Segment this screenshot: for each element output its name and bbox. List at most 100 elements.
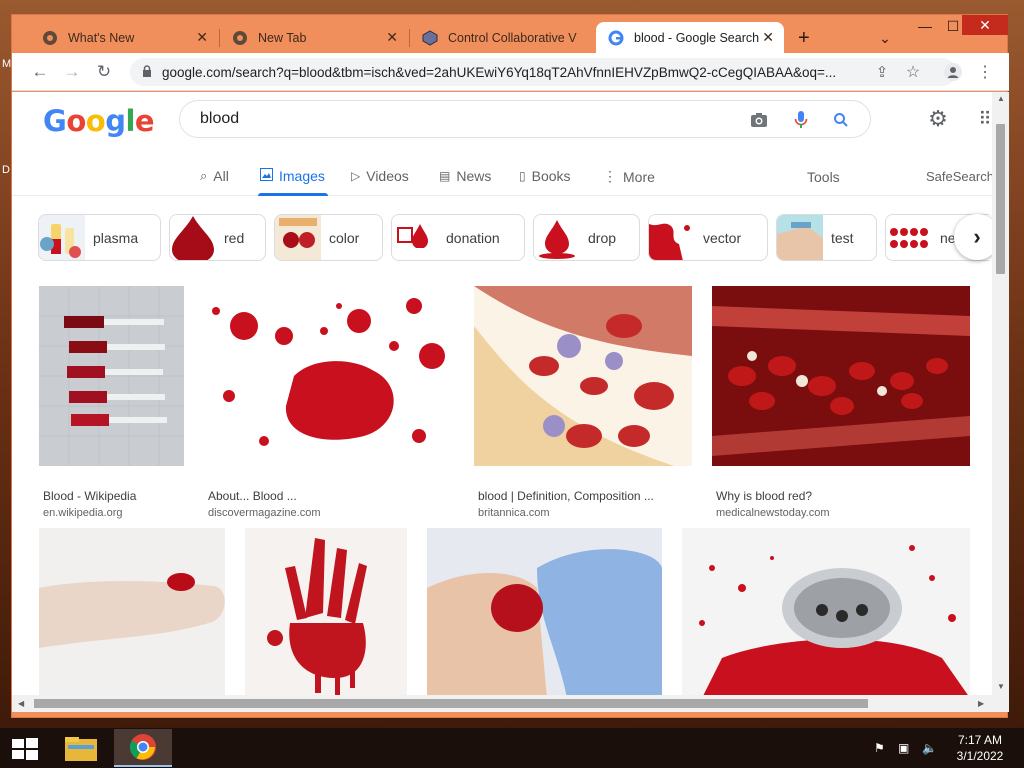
tab-news[interactable]: ▤ News	[439, 168, 491, 184]
desktop-icon-label[interactable]: D	[2, 164, 10, 176]
result-source[interactable]: discovermagazine.com	[208, 507, 321, 519]
result-image-bloody-hand[interactable]	[245, 528, 407, 695]
safesearch-button[interactable]: SafeSearch	[926, 169, 992, 184]
clock-time[interactable]: 7:17 AM	[950, 733, 1010, 747]
chip-label: red	[224, 229, 245, 246]
chip-thumbnail	[649, 215, 695, 260]
browser-menu-icon[interactable]: ⋮	[975, 62, 995, 82]
chip-plasma[interactable]: plasma	[38, 214, 161, 261]
tab-title: blood - Google Search	[634, 30, 760, 45]
chip-donation[interactable]: donation	[391, 214, 525, 261]
tab-blood-search[interactable]: blood - Google Search ✕	[596, 22, 784, 53]
close-tab-icon[interactable]: ✕	[762, 30, 774, 44]
search-icon: ⌕	[200, 168, 208, 183]
tab-new-tab[interactable]: New Tab ✕	[220, 22, 408, 53]
result-image-gloved-hand[interactable]	[427, 528, 662, 695]
result-image-sink-drain[interactable]	[682, 528, 970, 695]
google-g-icon	[608, 30, 624, 46]
tools-button[interactable]: Tools	[807, 169, 840, 185]
search-query: blood	[200, 110, 240, 127]
share-icon[interactable]: ⇪	[872, 62, 892, 82]
tab-strip: What's New ✕ New Tab ✕ Control Collabora…	[12, 15, 1009, 53]
clock-date[interactable]: 3/1/2022	[950, 749, 1010, 763]
scroll-down-arrow-icon[interactable]: ▼	[997, 682, 1005, 691]
result-image-medicalnewstoday[interactable]	[712, 286, 970, 466]
chrome-icon	[42, 30, 58, 46]
profile-avatar-icon[interactable]	[943, 62, 963, 82]
app-icon	[422, 29, 438, 46]
address-bar[interactable]: google.com/search?q=blood&tbm=isch&ved=2…	[130, 58, 956, 86]
back-arrow-icon[interactable]: ←	[30, 62, 50, 82]
chrome-taskbar-button[interactable]	[114, 729, 172, 767]
chip-label: color	[329, 229, 360, 246]
reload-icon[interactable]: ↻	[94, 62, 114, 82]
new-tab-button[interactable]: +	[798, 27, 810, 49]
result-image-finger-drop[interactable]	[39, 528, 225, 695]
result-source[interactable]: britannica.com	[478, 507, 550, 519]
chip-label: drop	[588, 229, 617, 246]
result-source[interactable]: medicalnewstoday.com	[716, 507, 830, 519]
close-tab-icon[interactable]: ✕	[386, 30, 398, 44]
chrome-icon	[129, 734, 156, 760]
mic-icon[interactable]	[790, 109, 812, 131]
network-icon[interactable]: ▣	[898, 741, 909, 755]
chip-vector[interactable]: vector	[648, 214, 768, 261]
result-source[interactable]: en.wikipedia.org	[43, 507, 123, 519]
desktop-icon-label[interactable]: M	[2, 58, 11, 70]
result-image-britannica[interactable]	[474, 286, 692, 466]
book-icon: ▯	[519, 169, 526, 183]
tab-images[interactable]: Images	[260, 168, 325, 184]
tab-search-chevron-icon[interactable]: ⌄	[878, 27, 892, 49]
tab-more[interactable]: ⋮ More	[603, 168, 655, 185]
windows-start-icon[interactable]	[12, 738, 38, 765]
settings-gear-icon[interactable]: ⚙	[927, 106, 949, 131]
bookmark-star-icon[interactable]: ☆	[903, 62, 923, 82]
result-image-discovermagazine[interactable]	[204, 286, 454, 466]
active-tab-indicator	[258, 193, 328, 196]
chip-thumbnail	[39, 215, 85, 260]
tab-title: New Tab	[258, 30, 307, 45]
camera-search-icon[interactable]	[748, 109, 770, 131]
chip-red[interactable]: red	[169, 214, 266, 261]
tab-control-collaborative[interactable]: Control Collaborative V	[410, 22, 596, 53]
volume-muted-icon[interactable]: 🔈	[922, 741, 937, 755]
horizontal-scrollbar[interactable]: ◀ ▶	[12, 695, 1009, 712]
search-input[interactable]: blood	[179, 100, 871, 138]
forward-arrow-icon[interactable]: →	[62, 62, 82, 82]
chip-thumbnail	[777, 215, 823, 260]
chip-thumbnail	[392, 215, 438, 260]
vertical-scroll-thumb[interactable]	[996, 124, 1005, 274]
page-content: Google blood ⚙ ⠿ ⌕ All Images ▷ Videos ▤ Ne…	[12, 92, 992, 695]
apps-grid-icon[interactable]: ⠿	[974, 108, 992, 130]
close-tab-icon[interactable]: ✕	[196, 30, 208, 44]
chip-label: test	[831, 229, 854, 246]
search-icon[interactable]	[830, 109, 852, 131]
chip-label: plasma	[93, 229, 139, 246]
vertical-scrollbar[interactable]: ▲ ▼	[992, 92, 1009, 695]
tab-books[interactable]: ▯ Books	[519, 168, 571, 184]
chip-label: vector	[703, 229, 742, 246]
result-caption[interactable]: Blood - Wikipedia	[43, 489, 183, 503]
chip-color[interactable]: color	[274, 214, 383, 261]
tab-all[interactable]: ⌕ All	[200, 168, 229, 184]
tab-whats-new[interactable]: What's New ✕	[30, 22, 218, 53]
result-caption[interactable]: blood | Definition, Composition ...	[478, 489, 690, 503]
scroll-left-arrow-icon[interactable]: ◀	[18, 699, 24, 708]
chip-test[interactable]: test	[776, 214, 877, 261]
minimize-button[interactable]: —	[910, 15, 940, 37]
google-logo[interactable]: Google	[43, 104, 155, 138]
scroll-up-arrow-icon[interactable]: ▲	[997, 94, 1005, 103]
chips-next-arrow-icon[interactable]: ›	[954, 214, 992, 260]
browser-window: What's New ✕ New Tab ✕ Control Collabora…	[11, 14, 1009, 718]
horizontal-scroll-thumb[interactable]	[34, 699, 868, 708]
window-close-button[interactable]: ✕	[962, 15, 1008, 35]
result-image-wikipedia[interactable]	[39, 286, 184, 466]
result-caption[interactable]: About... Blood ...	[208, 489, 448, 503]
action-center-flag-icon[interactable]: ⚑	[874, 741, 885, 755]
result-caption[interactable]: Why is blood red?	[716, 489, 966, 503]
tab-videos[interactable]: ▷ Videos	[351, 168, 409, 184]
search-nav: ⌕ All Images ▷ Videos ▤ News ▯ Books ⋮ More T…	[12, 160, 992, 196]
scroll-right-arrow-icon[interactable]: ▶	[978, 699, 984, 708]
file-explorer-icon[interactable]	[64, 735, 98, 768]
chip-drop[interactable]: drop	[533, 214, 640, 261]
